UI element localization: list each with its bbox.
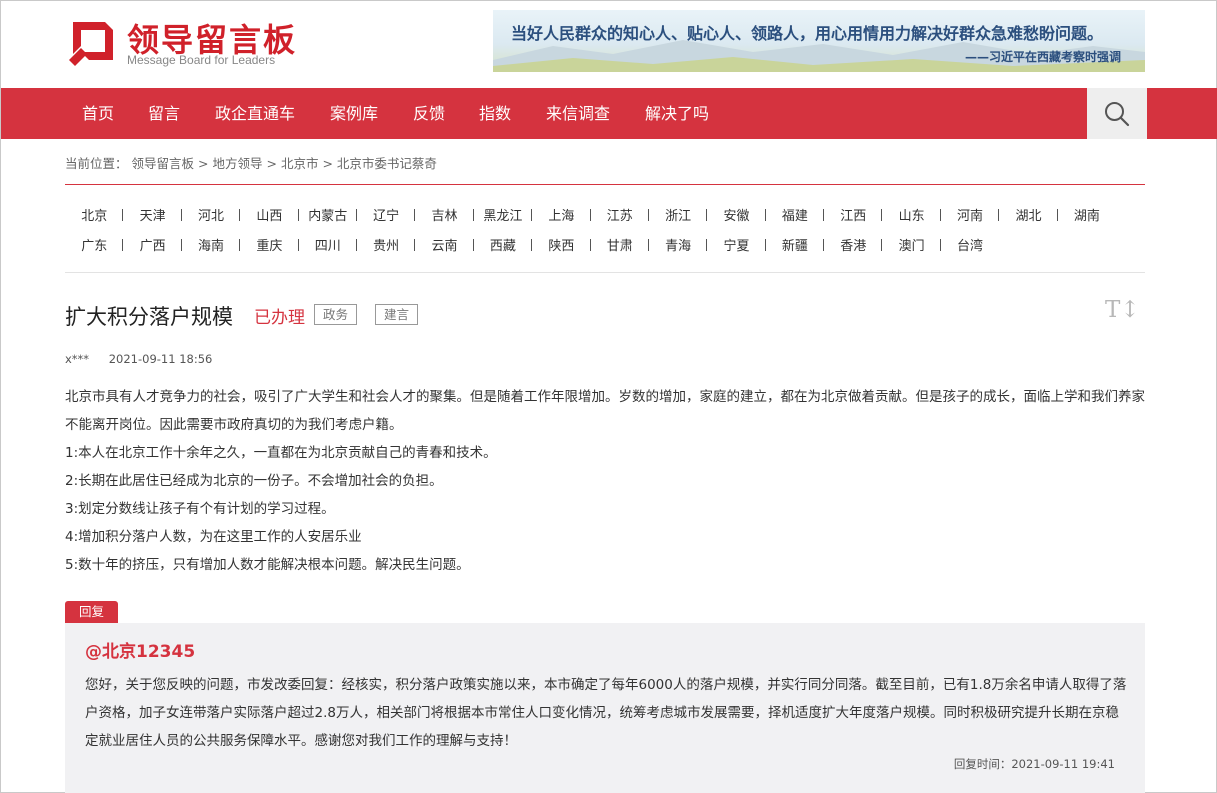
region-list-row-2: 广东 广西 海南 重庆 四川 贵州 云南 西藏 陕西 甘肃 青海 宁夏 新疆 香… [65, 233, 999, 255]
region-link[interactable]: 四川 [299, 235, 358, 254]
reply-author: @北京12345 [85, 642, 196, 662]
region-link[interactable]: 广西 [123, 235, 183, 254]
content-paragraph: 4:增加积分落户人数，为在这里工作的人安居乐业 [65, 529, 362, 545]
region-link[interactable]: 内蒙古 [299, 205, 358, 224]
region-link[interactable]: 黑龙江 [474, 205, 533, 224]
region-link[interactable]: 重庆 [240, 235, 299, 254]
region-link[interactable]: 江苏 [591, 205, 650, 224]
reply-text: 您好，关于您反映的问题，市发改委回复：经核实，积分落户政策实施以来，本市确定了每… [85, 677, 1127, 749]
content-paragraph: 3:划定分数线让孩子有个有计划的学习过程。 [65, 501, 335, 517]
region-link[interactable]: 海南 [182, 235, 241, 254]
region-link[interactable]: 澳门 [882, 235, 942, 254]
breadcrumb-sep: > [266, 156, 277, 171]
nav-item-enterprise[interactable]: 政企直通车 [215, 88, 295, 139]
region-link[interactable]: 北京 [65, 205, 124, 224]
region-link[interactable]: 甘肃 [591, 235, 650, 254]
reply-box: @北京12345 您好，关于您反映的问题，市发改委回复：经核实，积分落户政策实施… [65, 623, 1145, 793]
tag-type: 建言 [375, 304, 419, 325]
region-link[interactable]: 天津 [123, 205, 183, 224]
breadcrumb: 当前位置： 领导留言板 > 地方领导 > 北京市 > 北京市委书记蔡奇 [65, 153, 437, 172]
reply-time-label: 回复时间： [953, 757, 1012, 771]
nav-item-home[interactable]: 首页 [82, 88, 114, 139]
region-link[interactable]: 湖北 [999, 205, 1059, 224]
region-link[interactable]: 广东 [65, 235, 124, 254]
region-link[interactable]: 山东 [882, 205, 942, 224]
breadcrumb-item[interactable]: 领导留言板 [132, 156, 195, 171]
font-size-toggle-icon[interactable]: T↕ [1105, 297, 1140, 323]
status-badge: 已办理 [254, 308, 305, 328]
region-link[interactable]: 上海 [532, 205, 591, 224]
tag-category: 政务 [314, 304, 358, 325]
post-date: 2021-09-11 18:56 [108, 352, 213, 366]
breadcrumb-item[interactable]: 北京市 [281, 156, 319, 171]
region-link[interactable]: 台湾 [941, 235, 999, 254]
content-paragraph: 北京市具有人才竞争力的社会，吸引了广大学生和社会人才的聚集。但是随着工作年限增加… [65, 389, 1145, 433]
region-link[interactable]: 安徽 [707, 205, 767, 224]
region-link[interactable]: 吉林 [415, 205, 475, 224]
header-banner: 当好人民群众的知心人、贴心人、领路人，用心用情用力解决好群众急难愁盼问题。 ——… [493, 10, 1145, 72]
banner-source: ——习近平在西藏考察时强调 [964, 50, 1121, 64]
nav-item-resolved[interactable]: 解决了吗 [645, 88, 709, 139]
header: 领导留言板 Message Board for Leaders 当好人民群众的知… [1, 1, 1216, 88]
content-paragraph: 2:长期在此居住已经成为北京的一份子。不会增加社会的负担。 [65, 473, 443, 489]
region-link[interactable]: 香港 [824, 235, 883, 254]
breadcrumb-item[interactable]: 北京市委书记蔡奇 [337, 156, 437, 171]
logo-subtitle: Message Board for Leaders [127, 53, 276, 67]
region-link[interactable]: 宁夏 [707, 235, 767, 254]
breadcrumb-sep: > [198, 156, 209, 171]
region-link[interactable]: 江西 [824, 205, 883, 224]
author-name: x*** [65, 352, 90, 366]
region-link[interactable]: 贵州 [357, 235, 416, 254]
reply-time-value: 2021-09-11 19:41 [1011, 757, 1115, 771]
content-paragraph: 1:本人在北京工作十余年之久，一直都在为北京贡献自己的青春和技术。 [65, 445, 497, 461]
region-link[interactable]: 西藏 [474, 235, 533, 254]
message-title: 扩大积分落户规模 [65, 305, 233, 329]
banner-quote: 当好人民群众的知心人、贴心人、领路人，用心用情用力解决好群众急难愁盼问题。 [511, 24, 1104, 43]
breadcrumb-sep: > [322, 156, 333, 171]
search-icon [1105, 101, 1130, 126]
region-link[interactable]: 河南 [941, 205, 1000, 224]
region-link[interactable]: 福建 [766, 205, 825, 224]
region-link[interactable]: 浙江 [649, 205, 708, 224]
content-paragraph: 5:数十年的挤压，只有增加人数才能解决根本问题。解决民生问题。 [65, 557, 470, 573]
search-button[interactable] [1087, 88, 1147, 139]
region-link[interactable]: 辽宁 [357, 205, 416, 224]
region-link[interactable]: 新疆 [766, 235, 825, 254]
breadcrumb-prefix: 当前位置： [65, 156, 128, 171]
reply-time: 回复时间：2021-09-11 19:41 [954, 756, 1115, 772]
region-link[interactable]: 青海 [649, 235, 708, 254]
nav-item-message[interactable]: 留言 [148, 88, 180, 139]
nav-item-cases[interactable]: 案例库 [330, 88, 378, 139]
region-divider [65, 272, 1145, 273]
region-link[interactable]: 湖南 [1058, 205, 1116, 224]
region-link[interactable]: 山西 [240, 205, 299, 224]
main-nav: 首页 留言 政企直通车 案例库 反馈 指数 来信调查 解决了吗 [1, 88, 1217, 139]
nav-item-feedback[interactable]: 反馈 [413, 88, 445, 139]
reply-label: 回复 [65, 601, 119, 623]
site-logo[interactable]: 领导留言板 Message Board for Leaders [65, 13, 305, 69]
region-link[interactable]: 云南 [415, 235, 475, 254]
message-meta: x*** 2021-09-11 18:56 [65, 352, 212, 366]
message-content: 北京市具有人才竞争力的社会，吸引了广大学生和社会人才的聚集。但是随着工作年限增加… [65, 383, 1147, 579]
region-link[interactable]: 河北 [182, 205, 241, 224]
nav-item-index[interactable]: 指数 [479, 88, 511, 139]
region-list-row-1: 北京 天津 河北 山西 内蒙古 辽宁 吉林 黑龙江 上海 江苏 浙江 安徽 福建… [65, 203, 1116, 225]
breadcrumb-item[interactable]: 地方领导 [212, 156, 262, 171]
breadcrumb-divider [65, 184, 1145, 185]
region-link[interactable]: 陕西 [532, 235, 591, 254]
nav-item-survey[interactable]: 来信调查 [546, 88, 610, 139]
logo-mark-icon [69, 22, 113, 66]
